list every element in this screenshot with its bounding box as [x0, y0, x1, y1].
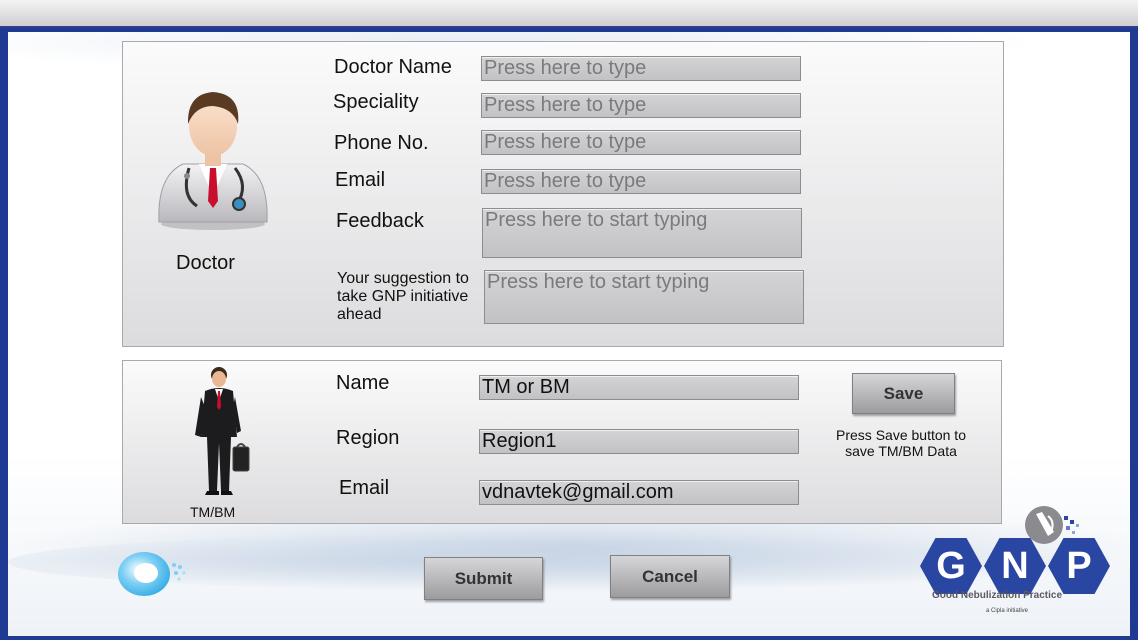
save-hint-text: Press Save button to save TM/BM Data — [836, 427, 966, 459]
doctor-info-panel: Doctor Doctor Name Speciality Phone No. … — [122, 41, 1004, 347]
cancel-button[interactable]: Cancel — [610, 555, 730, 598]
doctor-avatar-icon — [158, 92, 268, 230]
tm-email-label: Email — [339, 477, 390, 499]
brand-mark-icon — [118, 552, 190, 596]
phone-input[interactable] — [481, 130, 801, 155]
top-status-bar — [0, 0, 1138, 28]
region-label: Region — [336, 427, 400, 449]
doctor-avatar-caption: Doctor — [176, 252, 235, 274]
gnp-logo-letter: P — [1048, 538, 1110, 594]
gnp-logo-letter: N — [984, 538, 1046, 594]
gnp-subtagline: a Cipla initiative — [986, 608, 1029, 614]
tm-bm-info-panel: TM/BM Name Region Email Save Press Save … — [122, 360, 1002, 524]
doctor-name-label: Doctor Name — [334, 56, 452, 78]
doctor-email-input[interactable] — [481, 169, 801, 194]
doctor-email-label: Email — [335, 169, 386, 191]
suggestion-textarea[interactable] — [484, 270, 804, 324]
suggestion-label: Your suggestion to take GNP initiative a… — [337, 270, 469, 323]
businessman-avatar-icon — [195, 367, 250, 495]
feedback-label: Feedback — [336, 210, 424, 232]
tm-name-label: Name — [336, 372, 390, 394]
save-button[interactable]: Save — [852, 373, 955, 414]
phone-label: Phone No. — [334, 132, 429, 154]
speciality-input[interactable] — [481, 93, 801, 118]
gnp-logo-letter: G — [920, 538, 982, 594]
tm-name-input[interactable] — [479, 375, 799, 400]
tm-bm-caption: TM/BM — [190, 504, 236, 520]
feedback-textarea[interactable] — [482, 208, 802, 258]
submit-button[interactable]: Submit — [424, 557, 543, 600]
region-input[interactable] — [479, 429, 799, 454]
tm-email-input[interactable] — [479, 480, 799, 505]
gnp-logo: G N P Good Nebulization Practice a Cipla… — [920, 504, 1116, 624]
speciality-label: Speciality — [333, 91, 419, 113]
gnp-tagline: Good Nebulization Practice — [932, 590, 1063, 601]
doctor-name-input[interactable] — [481, 56, 801, 81]
